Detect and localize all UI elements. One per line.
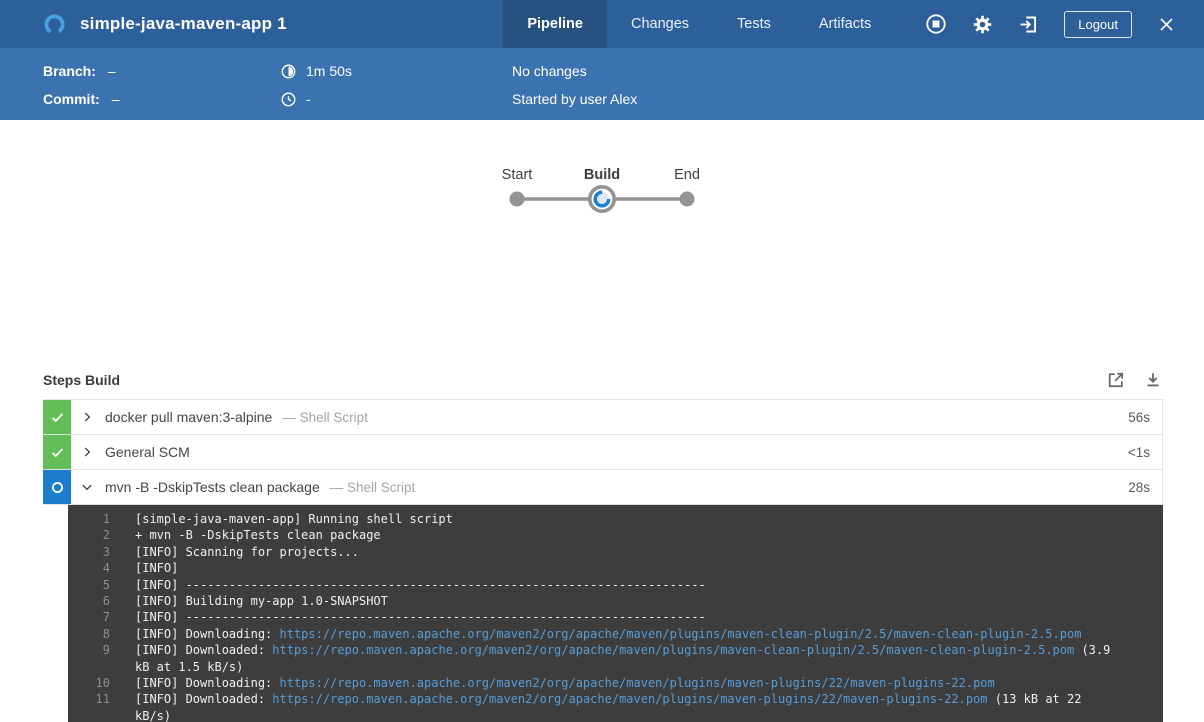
- chevron-right-icon: [80, 410, 94, 424]
- console-line-number[interactable]: 1: [68, 511, 110, 527]
- commit-value: –: [112, 91, 120, 107]
- tab-pipeline[interactable]: Pipeline: [503, 0, 607, 48]
- close-icon[interactable]: [1157, 15, 1176, 34]
- changes-summary: No changes: [512, 63, 587, 79]
- steps-title: Steps Build: [43, 372, 120, 388]
- console-line-number[interactable]: 7: [68, 609, 110, 625]
- console-line: 8[INFO] Downloading: https://repo.maven.…: [68, 626, 1163, 642]
- top-header: simple-java-maven-app 1 PipelineChangesT…: [0, 0, 1204, 48]
- logout-button[interactable]: Logout: [1064, 11, 1132, 38]
- console-line-text: [simple-java-maven-app] Running shell sc…: [110, 511, 1163, 527]
- console-line-text: [INFO] Downloading: https://repo.maven.a…: [110, 675, 1163, 691]
- run-detail-bar: Branch: – Commit: – 1m 50s: [0, 48, 1204, 120]
- step-row[interactable]: General SCM <1s: [43, 435, 1163, 470]
- console-line-number[interactable]: 2: [68, 527, 110, 543]
- console-line: 5[INFO] --------------------------------…: [68, 577, 1163, 593]
- exit-to-classic-icon[interactable]: [1018, 14, 1039, 35]
- gear-icon[interactable]: [972, 14, 993, 35]
- commit-label: Commit:: [43, 91, 100, 107]
- console-line: 3[INFO] Scanning for projects...: [68, 544, 1163, 560]
- console-line-number[interactable]: 3: [68, 544, 110, 560]
- console-line-number[interactable]: 11: [68, 691, 110, 722]
- console-line: 11[INFO] Downloaded: https://repo.maven.…: [68, 691, 1163, 722]
- clock-icon: [280, 91, 297, 108]
- step-duration: 56s: [1128, 410, 1162, 425]
- step-sublabel: — Shell Script: [282, 410, 368, 425]
- stop-build-icon[interactable]: [925, 13, 947, 35]
- console-line-number[interactable]: 6: [68, 593, 110, 609]
- tab-artifacts[interactable]: Artifacts: [795, 0, 895, 48]
- pipeline-node-build[interactable]: Build: [584, 167, 620, 211]
- console-line-text: [INFO] Downloading: https://repo.maven.a…: [110, 626, 1163, 642]
- console-line-text: [INFO] Scanning for projects...: [110, 544, 1163, 560]
- svg-text:Start: Start: [502, 167, 533, 183]
- step-label: General SCM: [105, 444, 190, 460]
- download-log-icon[interactable]: [1143, 370, 1163, 390]
- blueocean-logo-icon: [43, 13, 66, 36]
- chevron-right-icon: [80, 445, 94, 459]
- tab-tests[interactable]: Tests: [713, 0, 795, 48]
- step-status-running-icon: [43, 470, 71, 504]
- run-cause: Started by user Alex: [512, 91, 637, 107]
- console-line: 4[INFO]: [68, 560, 1163, 576]
- branch-label: Branch:: [43, 63, 96, 79]
- console-line-text: [INFO] ---------------------------------…: [110, 609, 1163, 625]
- chevron-down-icon: [80, 480, 94, 494]
- console-line-number[interactable]: 8: [68, 626, 110, 642]
- steps-section: Steps Build docker pull maven:3-alpine — …: [43, 370, 1163, 722]
- step-row[interactable]: mvn -B -DskipTests clean package — Shell …: [43, 470, 1163, 505]
- header-icon-cluster: Logout: [895, 11, 1204, 38]
- branch-value: –: [108, 63, 116, 79]
- console-link[interactable]: https://repo.maven.apache.org/maven2/org…: [272, 692, 987, 706]
- console-line-text: [INFO] ---------------------------------…: [110, 577, 1163, 593]
- pipeline-graph: Start Build End: [0, 153, 1204, 225]
- svg-text:End: End: [674, 167, 700, 183]
- duration-icon: [280, 63, 297, 80]
- console-line: 10[INFO] Downloading: https://repo.maven…: [68, 675, 1163, 691]
- console-line-text: [INFO] Building my-app 1.0-SNAPSHOT: [110, 593, 1163, 609]
- console-line-text: [INFO] Downloaded: https://repo.maven.ap…: [110, 642, 1163, 675]
- step-sublabel: — Shell Script: [330, 480, 416, 495]
- step-duration: <1s: [1128, 445, 1162, 460]
- console-line-number[interactable]: 10: [68, 675, 110, 691]
- step-status-success-icon: [43, 435, 71, 469]
- console-line: 9[INFO] Downloaded: https://repo.maven.a…: [68, 642, 1163, 675]
- run-end-time: -: [306, 91, 311, 107]
- step-label: docker pull maven:3-alpine: [105, 409, 272, 425]
- step-label: mvn -B -DskipTests clean package: [105, 479, 320, 495]
- console-line-text: [INFO] Downloaded: https://repo.maven.ap…: [110, 691, 1163, 722]
- console-line: 7[INFO] --------------------------------…: [68, 609, 1163, 625]
- page-title: simple-java-maven-app 1: [80, 14, 287, 34]
- console-line-number[interactable]: 4: [68, 560, 110, 576]
- step-duration: 28s: [1128, 480, 1162, 495]
- steps-list: docker pull maven:3-alpine — Shell Script…: [43, 399, 1163, 505]
- header-tabs: PipelineChangesTestsArtifacts: [503, 0, 895, 48]
- console-line: 6[INFO] Building my-app 1.0-SNAPSHOT: [68, 593, 1163, 609]
- svg-text:Build: Build: [584, 167, 620, 183]
- console-link[interactable]: https://repo.maven.apache.org/maven2/org…: [280, 627, 1082, 641]
- console-line: 1[simple-java-maven-app] Running shell s…: [68, 511, 1163, 527]
- console-line-number[interactable]: 5: [68, 577, 110, 593]
- console-link[interactable]: https://repo.maven.apache.org/maven2/org…: [272, 643, 1074, 657]
- console-link[interactable]: https://repo.maven.apache.org/maven2/org…: [280, 676, 995, 690]
- console-line-number[interactable]: 9: [68, 642, 110, 675]
- tab-changes[interactable]: Changes: [607, 0, 713, 48]
- console-line: 2+ mvn -B -DskipTests clean package: [68, 527, 1163, 543]
- step-row[interactable]: docker pull maven:3-alpine — Shell Script…: [43, 400, 1163, 435]
- console-line-text: [INFO]: [110, 560, 1163, 576]
- run-duration: 1m 50s: [306, 63, 352, 79]
- open-log-in-new-window-icon[interactable]: [1106, 370, 1126, 390]
- console-log[interactable]: 1[simple-java-maven-app] Running shell s…: [68, 505, 1163, 722]
- console-line-text: + mvn -B -DskipTests clean package: [110, 527, 1163, 543]
- step-status-success-icon: [43, 400, 71, 434]
